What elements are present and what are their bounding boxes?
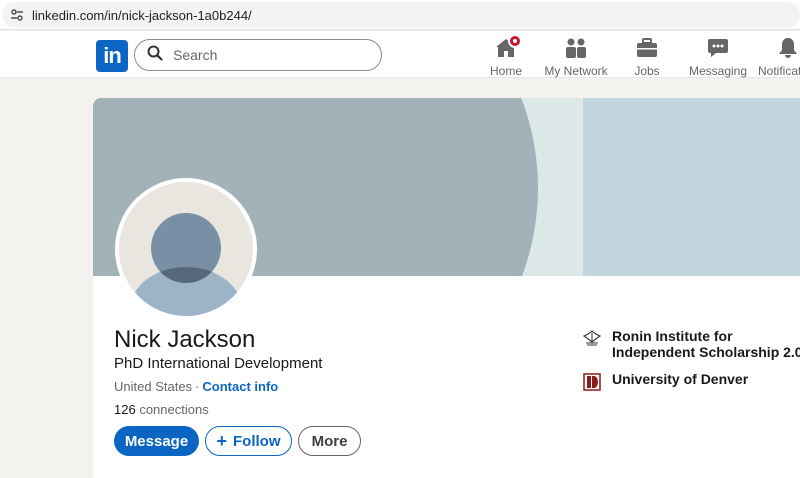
follow-label: Follow [233, 432, 281, 450]
contact-info-link[interactable]: Contact info [202, 379, 278, 394]
nav-messaging[interactable]: Messaging [688, 36, 748, 78]
nav-home-label: Home [489, 64, 522, 78]
nav-jobs-label: Jobs [634, 64, 660, 78]
location-line: United States · Contact info [114, 379, 278, 394]
site-settings-icon[interactable] [10, 8, 24, 22]
profile-headline: PhD International Development [114, 355, 323, 372]
profile-name: Nick Jackson [114, 326, 256, 353]
briefcase-icon [635, 36, 659, 60]
nav-jobs[interactable]: Jobs [632, 36, 662, 78]
nav-home[interactable]: Home [488, 34, 524, 78]
bell-icon [776, 36, 800, 60]
linkedin-logo[interactable]: in [96, 40, 128, 72]
education-name: University of Denver [612, 371, 749, 387]
nav-messaging-label: Messaging [688, 64, 748, 78]
home-icon [494, 34, 522, 60]
ronin-institute-logo-icon [581, 328, 603, 350]
university-of-denver-logo-icon [581, 371, 603, 393]
search-icon [147, 45, 163, 66]
chat-icon [706, 36, 730, 60]
search-box[interactable] [134, 39, 382, 71]
people-icon [564, 36, 588, 60]
location-text: United States [114, 379, 193, 394]
url-field[interactable]: linkedin.com/in/nick-jackson-1a0b244/ [2, 2, 800, 28]
browser-address-bar: linkedin.com/in/nick-jackson-1a0b244/ [0, 0, 800, 30]
profile-avatar[interactable] [115, 178, 257, 320]
nav-notifications-label: Notificati [758, 64, 800, 78]
follow-button[interactable]: + Follow [205, 426, 292, 456]
connections-count[interactable]: 126 connections [114, 402, 209, 417]
education-name-line1: Ronin Institute for [612, 328, 733, 344]
more-button[interactable]: More [298, 426, 361, 456]
separator: · [195, 379, 200, 394]
nav-my-network-label: My Network [544, 64, 608, 78]
plus-icon: + [216, 430, 227, 451]
message-button[interactable]: Message [114, 426, 199, 456]
top-nav: in Home My Network Jobs Messaging [0, 31, 800, 78]
nav-my-network[interactable]: My Network [544, 36, 608, 78]
nav-notifications[interactable]: Notificati [758, 36, 800, 78]
notification-badge [508, 34, 522, 48]
connections-number: 126 [114, 402, 136, 417]
education-name-line2: Independent Scholarship 2.0 [612, 344, 800, 360]
connections-label: connections [139, 402, 209, 417]
search-input[interactable] [173, 47, 353, 63]
url-text: linkedin.com/in/nick-jackson-1a0b244/ [32, 7, 252, 23]
